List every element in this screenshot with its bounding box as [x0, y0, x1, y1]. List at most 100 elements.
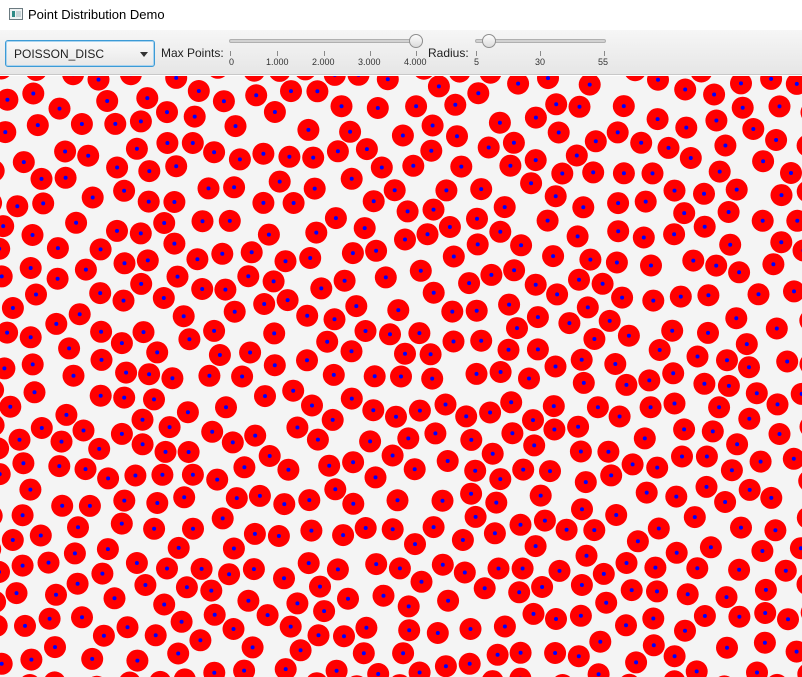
- sample-point: [647, 76, 669, 91]
- point-center: [285, 298, 290, 303]
- max-points-thumb[interactable]: [409, 34, 423, 48]
- sample-point: [442, 330, 465, 353]
- point-center: [234, 496, 239, 501]
- sample-point: [333, 625, 355, 648]
- sample-point: [306, 80, 329, 103]
- sample-point: [154, 440, 177, 463]
- sample-point: [113, 489, 136, 512]
- sample-point: [0, 196, 3, 210]
- max-points-track[interactable]: [229, 39, 423, 43]
- sample-point: [381, 444, 404, 467]
- point-center: [576, 654, 581, 659]
- point-center: [521, 467, 526, 472]
- point-center: [734, 187, 739, 192]
- sample-point: [686, 345, 709, 368]
- sample-point: [390, 365, 412, 388]
- point-center: [175, 274, 180, 279]
- point-center: [585, 305, 590, 310]
- sample-point: [536, 209, 559, 232]
- sample-point: [124, 464, 147, 487]
- sample-point: [257, 223, 280, 246]
- point-center: [220, 516, 225, 521]
- sample-point: [45, 583, 67, 606]
- point-center: [488, 410, 493, 415]
- point-center: [200, 219, 205, 224]
- point-center: [141, 330, 146, 335]
- sample-point: [717, 201, 740, 223]
- point-center: [233, 124, 238, 129]
- sample-point: [566, 225, 589, 248]
- sample-point: [191, 210, 214, 233]
- sample-point: [174, 668, 196, 677]
- sample-point: [63, 542, 86, 565]
- sample-point: [201, 420, 224, 443]
- sample-point: [0, 265, 13, 288]
- point-center: [533, 282, 538, 287]
- sample-point: [455, 405, 478, 428]
- point-center: [509, 400, 514, 405]
- point-center: [740, 105, 745, 110]
- point-center: [692, 515, 697, 520]
- point-center: [217, 353, 222, 357]
- max-points-tick-label: 1.000: [266, 57, 289, 67]
- point-center: [272, 331, 277, 336]
- point-center: [695, 566, 700, 571]
- sample-point: [646, 456, 669, 479]
- point-disc: [0, 76, 10, 80]
- sample-point: [243, 522, 266, 545]
- sample-point: [686, 557, 709, 580]
- point-center: [726, 383, 731, 388]
- point-center: [212, 328, 217, 333]
- point-center: [272, 363, 277, 368]
- sample-point: [221, 431, 244, 454]
- point-center: [28, 487, 33, 492]
- sample-point: [682, 249, 705, 272]
- point-center: [462, 570, 467, 575]
- sample-point: [256, 604, 279, 627]
- sample-point: [173, 486, 196, 509]
- point-center: [379, 165, 384, 170]
- sample-point: [697, 284, 720, 307]
- point-center: [714, 118, 719, 123]
- sample-point: [303, 177, 326, 200]
- sample-point: [388, 557, 411, 580]
- point-center: [531, 611, 536, 616]
- sample-point: [252, 191, 275, 214]
- point-center: [642, 436, 647, 441]
- sample-point: [55, 403, 78, 426]
- sample-point: [309, 575, 331, 598]
- point-center: [186, 450, 191, 454]
- point-center: [486, 145, 491, 150]
- point-center: [81, 428, 86, 433]
- sample-point: [161, 367, 184, 390]
- sample-point: [330, 95, 353, 118]
- point-center: [656, 77, 660, 82]
- point-center: [364, 147, 369, 152]
- sample-point: [611, 286, 634, 309]
- point-center: [651, 298, 656, 303]
- point-center: [405, 209, 410, 214]
- sample-point: [760, 76, 783, 90]
- sample-point: [225, 487, 248, 510]
- point-center: [621, 171, 626, 176]
- point-center: [308, 256, 313, 260]
- point-center: [248, 350, 253, 355]
- point-center: [295, 601, 300, 606]
- sample-point: [354, 517, 377, 539]
- point-center: [502, 205, 507, 210]
- sample-point: [747, 283, 770, 306]
- sample-point: [45, 671, 65, 677]
- sample-point: [509, 641, 532, 664]
- sample-point: [203, 661, 226, 677]
- point-center: [518, 522, 523, 527]
- sample-point: [223, 300, 246, 323]
- chevron-down-icon[interactable]: [140, 52, 148, 57]
- sample-point: [768, 95, 791, 118]
- point-disc: [0, 237, 11, 260]
- distribution-select[interactable]: POISSON_DISC: [5, 40, 155, 67]
- radius-thumb[interactable]: [481, 34, 496, 48]
- point-center: [639, 140, 644, 145]
- sample-point: [717, 374, 740, 397]
- sample-point: [762, 253, 785, 276]
- point-center: [576, 424, 581, 429]
